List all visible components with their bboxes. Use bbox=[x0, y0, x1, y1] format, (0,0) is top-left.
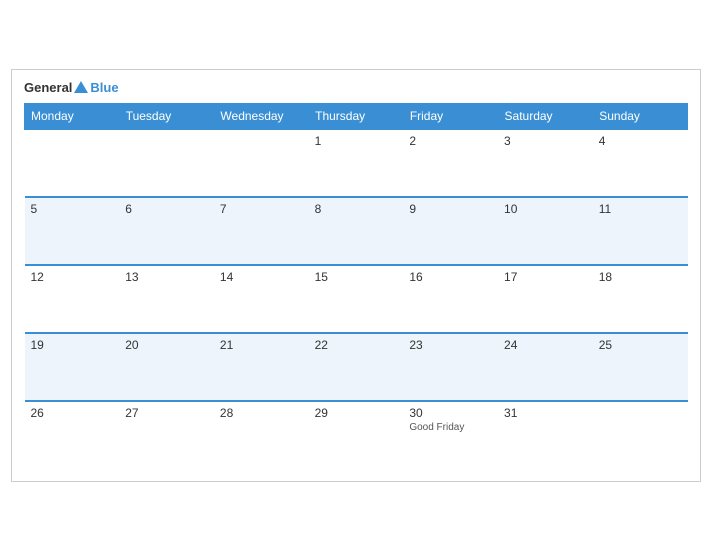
day-number: 7 bbox=[220, 202, 303, 216]
day-number: 23 bbox=[409, 338, 492, 352]
day-cell: 3 bbox=[498, 129, 593, 197]
day-cell: 19 bbox=[25, 333, 120, 401]
day-cell: 21 bbox=[214, 333, 309, 401]
day-cell: 4 bbox=[593, 129, 688, 197]
day-number: 12 bbox=[31, 270, 114, 284]
day-cell: 7 bbox=[214, 197, 309, 265]
week-row-5: 26 27 28 29 30 Good Friday 31 bbox=[25, 401, 688, 469]
weekday-header-saturday: Saturday bbox=[498, 103, 593, 129]
week-row-4: 19 20 21 22 23 24 25 bbox=[25, 333, 688, 401]
day-cell: 6 bbox=[119, 197, 214, 265]
day-cell: 1 bbox=[309, 129, 404, 197]
day-cell: 8 bbox=[309, 197, 404, 265]
day-number: 6 bbox=[125, 202, 208, 216]
day-cell: 5 bbox=[25, 197, 120, 265]
day-number: 27 bbox=[125, 406, 208, 420]
day-cell: 30 Good Friday bbox=[403, 401, 498, 469]
day-number: 19 bbox=[31, 338, 114, 352]
day-cell bbox=[593, 401, 688, 469]
day-number: 14 bbox=[220, 270, 303, 284]
day-cell bbox=[214, 129, 309, 197]
logo-triangle-icon bbox=[74, 81, 88, 93]
day-number: 9 bbox=[409, 202, 492, 216]
day-cell: 28 bbox=[214, 401, 309, 469]
day-number: 22 bbox=[315, 338, 398, 352]
week-row-1: 1234 bbox=[25, 129, 688, 197]
day-cell: 14 bbox=[214, 265, 309, 333]
day-number: 3 bbox=[504, 134, 587, 148]
day-number: 29 bbox=[315, 406, 398, 420]
day-cell: 31 bbox=[498, 401, 593, 469]
day-cell: 2 bbox=[403, 129, 498, 197]
day-cell: 25 bbox=[593, 333, 688, 401]
weekday-header-wednesday: Wednesday bbox=[214, 103, 309, 129]
holiday-label: Good Friday bbox=[409, 422, 492, 433]
day-number: 17 bbox=[504, 270, 587, 284]
day-cell: 22 bbox=[309, 333, 404, 401]
day-number: 16 bbox=[409, 270, 492, 284]
day-cell: 15 bbox=[309, 265, 404, 333]
logo: General Blue bbox=[24, 80, 119, 95]
day-number: 18 bbox=[599, 270, 682, 284]
day-number: 24 bbox=[504, 338, 587, 352]
day-number: 8 bbox=[315, 202, 398, 216]
day-cell: 26 bbox=[25, 401, 120, 469]
day-number: 25 bbox=[599, 338, 682, 352]
day-number: 20 bbox=[125, 338, 208, 352]
day-cell: 27 bbox=[119, 401, 214, 469]
day-cell: 18 bbox=[593, 265, 688, 333]
day-cell bbox=[119, 129, 214, 197]
weekday-header-monday: Monday bbox=[25, 103, 120, 129]
day-cell: 16 bbox=[403, 265, 498, 333]
day-cell: 23 bbox=[403, 333, 498, 401]
weekday-header-friday: Friday bbox=[403, 103, 498, 129]
weekday-header-sunday: Sunday bbox=[593, 103, 688, 129]
logo-blue: Blue bbox=[90, 80, 118, 95]
day-number: 2 bbox=[409, 134, 492, 148]
logo-general: General bbox=[24, 80, 72, 95]
day-number: 1 bbox=[315, 134, 398, 148]
calendar-header: General Blue bbox=[24, 80, 688, 95]
week-row-2: 56789 10 11 bbox=[25, 197, 688, 265]
day-cell: 9 bbox=[403, 197, 498, 265]
day-cell: 29 bbox=[309, 401, 404, 469]
day-number: 26 bbox=[31, 406, 114, 420]
weekday-header-tuesday: Tuesday bbox=[119, 103, 214, 129]
weekday-header-thursday: Thursday bbox=[309, 103, 404, 129]
calendar-grid: MondayTuesdayWednesdayThursdayFridaySatu… bbox=[24, 103, 688, 469]
week-row-3: 12 13 14 15 16 17 18 bbox=[25, 265, 688, 333]
day-number: 10 bbox=[504, 202, 587, 216]
day-number: 4 bbox=[599, 134, 682, 148]
day-cell: 20 bbox=[119, 333, 214, 401]
day-number: 5 bbox=[31, 202, 114, 216]
day-cell: 12 bbox=[25, 265, 120, 333]
day-cell: 10 bbox=[498, 197, 593, 265]
day-number: 13 bbox=[125, 270, 208, 284]
day-number: 28 bbox=[220, 406, 303, 420]
day-cell bbox=[25, 129, 120, 197]
weekday-header-row: MondayTuesdayWednesdayThursdayFridaySatu… bbox=[25, 103, 688, 129]
calendar: General Blue MondayTuesdayWednesdayThursd… bbox=[11, 69, 701, 482]
day-number: 11 bbox=[599, 202, 682, 216]
day-number: 21 bbox=[220, 338, 303, 352]
day-cell: 24 bbox=[498, 333, 593, 401]
day-cell: 13 bbox=[119, 265, 214, 333]
day-number: 30 bbox=[409, 406, 492, 420]
day-cell: 11 bbox=[593, 197, 688, 265]
day-number: 15 bbox=[315, 270, 398, 284]
day-cell: 17 bbox=[498, 265, 593, 333]
day-number: 31 bbox=[504, 406, 587, 420]
